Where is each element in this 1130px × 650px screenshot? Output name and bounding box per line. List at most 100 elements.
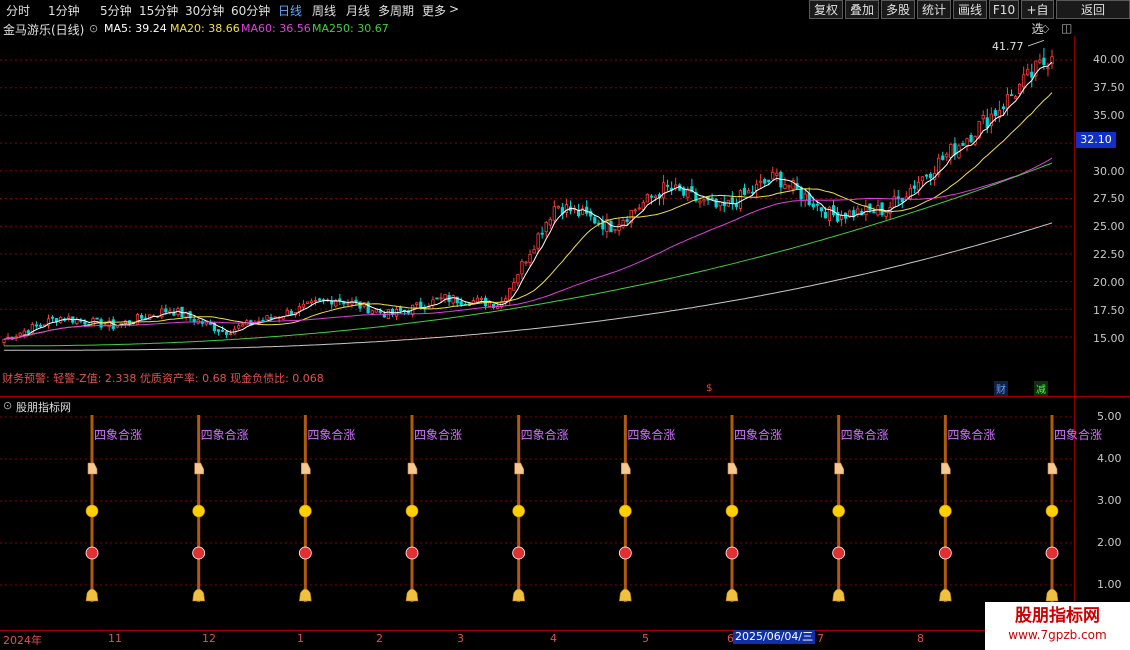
draw-line-button[interactable]: 画线 <box>953 0 987 19</box>
period-tab-multi[interactable]: 多周期 <box>378 2 414 19</box>
candle-body <box>1026 68 1030 76</box>
watermark-logo: 股朋指标网 www.7gpzb.com <box>985 602 1130 650</box>
ind-tick-5: 5.00 <box>1097 410 1122 423</box>
candle-body <box>139 314 144 319</box>
period-tab-5min[interactable]: 5分钟 <box>100 2 132 19</box>
y-tick-37-5: 37.50 <box>1093 81 1125 94</box>
candle-body <box>342 301 346 305</box>
candle-body <box>475 297 480 303</box>
panel-toggle-icon[interactable]: ◫ <box>1061 21 1072 35</box>
hand-pointer-icon <box>194 462 204 475</box>
candle-body <box>370 310 374 314</box>
period-tab-daily[interactable]: 日线 <box>278 2 302 19</box>
candle-body <box>528 254 532 263</box>
candle-body <box>759 180 763 183</box>
signal-label: 四象合涨 <box>414 428 463 442</box>
ma250-line <box>4 162 1053 347</box>
hand-pointer-icon <box>727 462 738 475</box>
candle-body <box>637 207 641 210</box>
candle-body <box>665 184 670 187</box>
candle-body <box>819 207 823 212</box>
candle-body <box>613 228 617 231</box>
add-watchlist-button[interactable]: +自选 <box>1021 0 1054 36</box>
back-button[interactable]: 返回 <box>1056 0 1130 19</box>
signal-label: 四象合涨 <box>1054 428 1103 442</box>
candle-body <box>823 211 828 219</box>
period-tab-1min[interactable]: 1分钟 <box>48 2 80 19</box>
red-ball-icon <box>512 546 526 560</box>
smiley-icon <box>299 504 312 518</box>
x-label-11: 11 <box>108 632 122 645</box>
multi-stock-button[interactable]: 多股 <box>881 0 915 19</box>
candle-body <box>419 301 423 309</box>
candle-body <box>439 297 443 300</box>
y-tick-25: 25.00 <box>1093 220 1125 233</box>
period-tab-60min[interactable]: 60分钟 <box>231 2 270 19</box>
candle-body <box>945 153 949 158</box>
chevron-down-icon[interactable]: ⊙ <box>89 22 98 35</box>
diamond-icon[interactable]: ◇ <box>1041 22 1049 35</box>
red-ball-icon <box>298 546 312 560</box>
candle-body <box>609 220 613 233</box>
candle-body <box>512 282 516 291</box>
x-label-12: 12 <box>202 632 216 645</box>
candle-body <box>783 184 787 189</box>
money-bag-icon <box>725 588 739 602</box>
candle-body <box>297 305 301 312</box>
x-label-2024: 2024年 <box>3 634 42 647</box>
candle-body <box>746 190 751 194</box>
statistics-button[interactable]: 统计 <box>917 0 951 19</box>
financial-report-marker[interactable]: 财 <box>994 381 1008 396</box>
more-chevron-icon[interactable]: > <box>449 2 459 16</box>
candle-body <box>451 295 455 304</box>
candle-body <box>479 298 484 300</box>
reduce-holding-marker[interactable]: 减 <box>1034 381 1048 396</box>
signal-label: 四象合涨 <box>627 428 676 442</box>
period-tab-15min[interactable]: 15分钟 <box>139 2 178 19</box>
period-toolbar: 分时 1分钟 5分钟 15分钟 30分钟 60分钟 日线 周线 月线 多周期 更… <box>0 0 1130 36</box>
candle-body <box>718 201 722 207</box>
period-tab-weekly[interactable]: 周线 <box>312 2 336 19</box>
candle-body <box>168 310 172 313</box>
x-label-8: 8 <box>917 632 924 645</box>
red-ball-icon <box>938 546 952 560</box>
candle-body <box>2 338 6 343</box>
red-ball-icon <box>192 546 206 560</box>
y-tick-27-5: 27.50 <box>1093 192 1125 205</box>
candle-body <box>415 302 419 305</box>
ind-tick-4: 4.00 <box>1097 452 1122 465</box>
x-label-5: 5 <box>642 632 649 645</box>
candle-body <box>524 261 528 264</box>
candle-body <box>924 174 929 177</box>
candle-body <box>318 298 322 301</box>
candle-body <box>929 173 933 179</box>
candle-body <box>593 217 597 224</box>
x-label-3: 3 <box>457 632 464 645</box>
candle-body <box>241 324 245 327</box>
candle-body <box>224 331 229 335</box>
dividend-marker[interactable]: $ <box>704 383 714 394</box>
restore-right-button[interactable]: 复权 <box>809 0 843 19</box>
cursor-date-label: 2025/06/04/三 <box>733 630 816 644</box>
candle-body <box>1038 59 1042 63</box>
period-tab-30min[interactable]: 30分钟 <box>185 2 224 19</box>
period-tab-more[interactable]: 更多 <box>422 2 446 19</box>
period-tab-fenshi[interactable]: 分时 <box>6 2 30 19</box>
candle-body <box>269 316 273 319</box>
f10-button[interactable]: F10 <box>989 0 1019 19</box>
x-axis-line <box>0 630 1130 631</box>
y-tick-15: 15.00 <box>1093 332 1125 345</box>
candle-body <box>532 249 536 254</box>
candle-body <box>981 115 985 120</box>
candle-body <box>949 144 953 158</box>
candle-body <box>18 332 22 337</box>
overlay-button[interactable]: 叠加 <box>845 0 879 19</box>
period-tab-monthly[interactable]: 月线 <box>346 2 370 19</box>
y-tick-17-5: 17.50 <box>1093 304 1125 317</box>
candle-body <box>378 310 382 313</box>
smiley-icon <box>725 504 739 518</box>
candle-body <box>273 316 277 319</box>
candle-body <box>641 202 645 210</box>
candle-body <box>313 300 318 302</box>
hand-pointer-icon <box>514 462 524 475</box>
